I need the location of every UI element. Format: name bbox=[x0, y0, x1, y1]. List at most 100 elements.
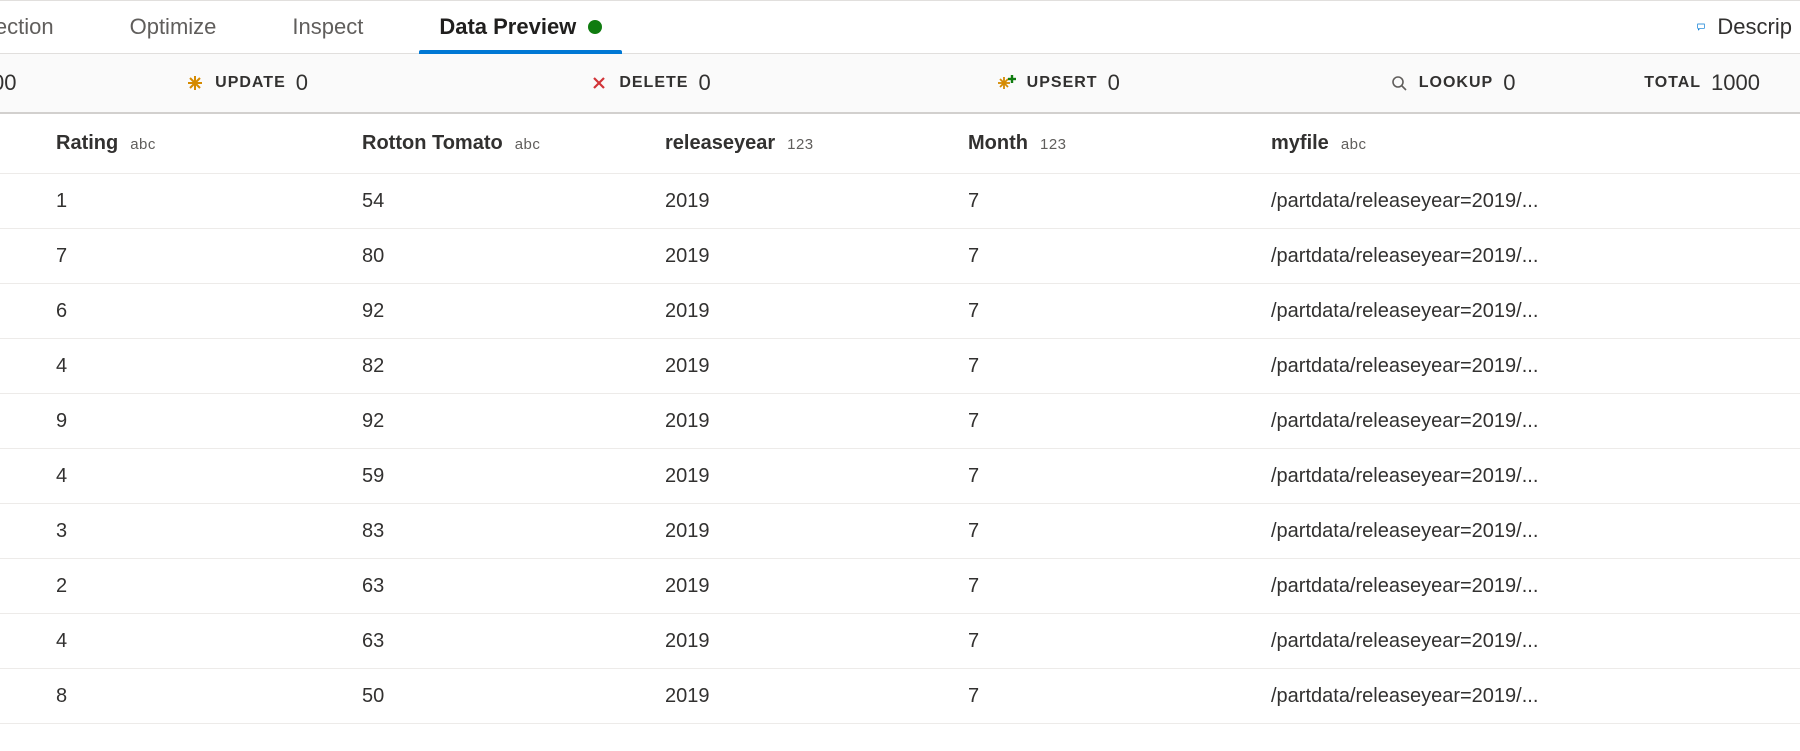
table-row[interactable]: 45920197/partdata/releaseyear=2019/... bbox=[0, 449, 1800, 504]
data-table: Rating abc Rotton Tomato abc releaseyear… bbox=[0, 114, 1800, 724]
cell-myfile: /partdata/releaseyear=2019/... bbox=[1271, 630, 1800, 653]
cell-month: 7 bbox=[968, 685, 1271, 708]
cell-rotton-tomato: 92 bbox=[362, 300, 665, 323]
table-header-row: Rating abc Rotton Tomato abc releaseyear… bbox=[0, 114, 1800, 174]
cell-rotton-tomato: 83 bbox=[362, 520, 665, 543]
cell-month: 7 bbox=[968, 410, 1271, 433]
tabs: jection Optimize Inspect Data Preview bbox=[0, 1, 640, 53]
stat-lookup: LOOKUP 0 bbox=[1260, 70, 1644, 96]
description-label: Descrip bbox=[1717, 14, 1792, 40]
search-icon bbox=[1389, 73, 1409, 93]
cell-rotton-tomato: 82 bbox=[362, 355, 665, 378]
table-row[interactable]: 26320197/partdata/releaseyear=2019/... bbox=[0, 559, 1800, 614]
tab-optimize[interactable]: Optimize bbox=[92, 1, 255, 53]
cell-rotton-tomato: 63 bbox=[362, 575, 665, 598]
table-row[interactable]: 46320197/partdata/releaseyear=2019/... bbox=[0, 614, 1800, 669]
cell-rating: 8 bbox=[56, 685, 362, 708]
stat-leading-value: 00 bbox=[0, 70, 16, 96]
cell-myfile: /partdata/releaseyear=2019/... bbox=[1271, 685, 1800, 708]
cell-releaseyear: 2019 bbox=[665, 465, 968, 488]
description-button[interactable]: Descrip bbox=[1685, 14, 1792, 40]
stat-label: TOTAL bbox=[1644, 74, 1701, 92]
cell-releaseyear: 2019 bbox=[665, 300, 968, 323]
cell-month: 7 bbox=[968, 465, 1271, 488]
stat-delete: DELETE 0 bbox=[443, 70, 856, 96]
cell-rotton-tomato: 54 bbox=[362, 190, 665, 213]
cell-rotton-tomato: 80 bbox=[362, 245, 665, 268]
tab-label: jection bbox=[0, 14, 54, 40]
table-row[interactable]: 99220197/partdata/releaseyear=2019/... bbox=[0, 394, 1800, 449]
cell-myfile: /partdata/releaseyear=2019/... bbox=[1271, 355, 1800, 378]
asterisk-icon bbox=[185, 73, 205, 93]
tab-data-preview[interactable]: Data Preview bbox=[401, 1, 640, 53]
tab-label: Data Preview bbox=[439, 14, 576, 40]
cell-month: 7 bbox=[968, 245, 1271, 268]
tab-label: Inspect bbox=[292, 14, 363, 40]
column-header-rating[interactable]: Rating abc bbox=[56, 132, 362, 155]
stat-leading: 00 bbox=[0, 70, 50, 96]
cell-releaseyear: 2019 bbox=[665, 685, 968, 708]
cell-myfile: /partdata/releaseyear=2019/... bbox=[1271, 245, 1800, 268]
tab-bar: jection Optimize Inspect Data Preview De… bbox=[0, 0, 1800, 54]
column-type: abc bbox=[515, 136, 541, 153]
cell-rotton-tomato: 59 bbox=[362, 465, 665, 488]
stats-bar: 00 UPDATE 0 DELETE 0 UPSERT 0 LOOKUP 0 bbox=[0, 54, 1800, 114]
tab-inspect[interactable]: Inspect bbox=[254, 1, 401, 53]
column-name: releaseyear bbox=[665, 132, 775, 155]
stat-value: 1000 bbox=[1711, 70, 1760, 96]
table-body: 15420197/partdata/releaseyear=2019/...78… bbox=[0, 174, 1800, 724]
column-name: Rotton Tomato bbox=[362, 132, 503, 155]
cell-releaseyear: 2019 bbox=[665, 410, 968, 433]
cell-month: 7 bbox=[968, 630, 1271, 653]
cell-rating: 6 bbox=[56, 300, 362, 323]
stat-value: 0 bbox=[296, 70, 308, 96]
cell-myfile: /partdata/releaseyear=2019/... bbox=[1271, 575, 1800, 598]
tab-label: Optimize bbox=[130, 14, 217, 40]
cell-month: 7 bbox=[968, 520, 1271, 543]
cell-myfile: /partdata/releaseyear=2019/... bbox=[1271, 520, 1800, 543]
x-icon bbox=[589, 73, 609, 93]
table-row[interactable]: 48220197/partdata/releaseyear=2019/... bbox=[0, 339, 1800, 394]
status-dot-icon bbox=[588, 20, 602, 34]
column-header-rotton-tomato[interactable]: Rotton Tomato abc bbox=[362, 132, 665, 155]
table-row[interactable]: 15420197/partdata/releaseyear=2019/... bbox=[0, 174, 1800, 229]
cell-rotton-tomato: 92 bbox=[362, 410, 665, 433]
column-type: 123 bbox=[1040, 136, 1067, 153]
cell-month: 7 bbox=[968, 190, 1271, 213]
cell-releaseyear: 2019 bbox=[665, 355, 968, 378]
column-name: Rating bbox=[56, 132, 118, 155]
cell-releaseyear: 2019 bbox=[665, 630, 968, 653]
column-name: Month bbox=[968, 132, 1028, 155]
cell-month: 7 bbox=[968, 575, 1271, 598]
cell-rating: 4 bbox=[56, 355, 362, 378]
cell-rating: 9 bbox=[56, 410, 362, 433]
stat-update: UPDATE 0 bbox=[50, 70, 444, 96]
table-row[interactable]: 85020197/partdata/releaseyear=2019/... bbox=[0, 669, 1800, 724]
stat-total: TOTAL 1000 bbox=[1644, 70, 1800, 96]
table-row[interactable]: 38320197/partdata/releaseyear=2019/... bbox=[0, 504, 1800, 559]
cell-rating: 2 bbox=[56, 575, 362, 598]
table-row[interactable]: 69220197/partdata/releaseyear=2019/... bbox=[0, 284, 1800, 339]
cell-rating: 1 bbox=[56, 190, 362, 213]
column-header-releaseyear[interactable]: releaseyear 123 bbox=[665, 132, 968, 155]
cell-releaseyear: 2019 bbox=[665, 575, 968, 598]
cell-myfile: /partdata/releaseyear=2019/... bbox=[1271, 190, 1800, 213]
cell-rating: 7 bbox=[56, 245, 362, 268]
stat-upsert: UPSERT 0 bbox=[857, 70, 1260, 96]
cell-month: 7 bbox=[968, 355, 1271, 378]
stat-label: UPSERT bbox=[1027, 74, 1098, 92]
column-header-month[interactable]: Month 123 bbox=[968, 132, 1271, 155]
cell-releaseyear: 2019 bbox=[665, 190, 968, 213]
cell-releaseyear: 2019 bbox=[665, 520, 968, 543]
cell-rating: 4 bbox=[56, 630, 362, 653]
stat-value: 0 bbox=[698, 70, 710, 96]
tab-projection[interactable]: jection bbox=[0, 1, 92, 53]
table-row[interactable]: 78020197/partdata/releaseyear=2019/... bbox=[0, 229, 1800, 284]
cell-rotton-tomato: 50 bbox=[362, 685, 665, 708]
column-name: myfile bbox=[1271, 132, 1329, 155]
comment-icon bbox=[1697, 17, 1717, 37]
column-header-myfile[interactable]: myfile abc bbox=[1271, 132, 1800, 155]
cell-rating: 4 bbox=[56, 465, 362, 488]
stat-label: LOOKUP bbox=[1419, 74, 1493, 92]
asterisk-plus-icon bbox=[997, 73, 1017, 93]
